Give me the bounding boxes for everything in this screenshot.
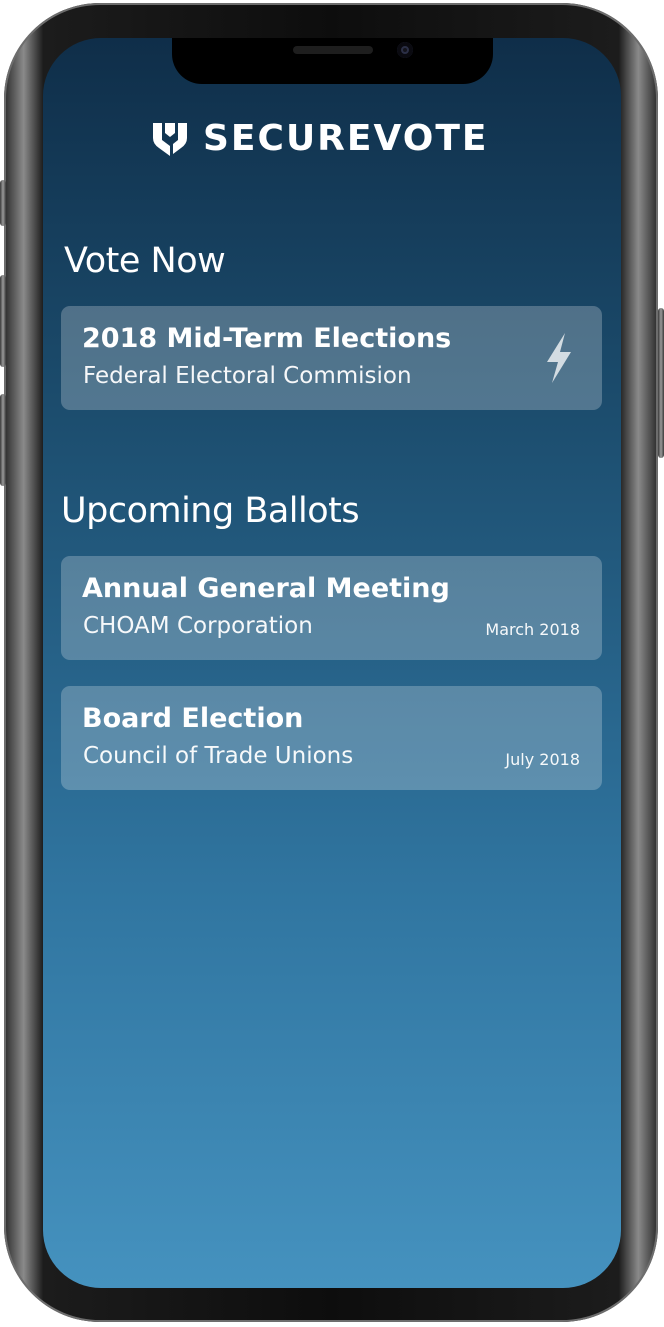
vote-now-heading: Vote Now: [64, 241, 226, 281]
ballot-organization: CHOAM Corporation: [83, 613, 313, 639]
active-ballot-card[interactable]: 2018 Mid-Term Elections Federal Electora…: [61, 306, 602, 410]
front-camera: [397, 42, 413, 58]
upcoming-ballots-heading: Upcoming Ballots: [61, 491, 360, 531]
ballot-organization: Federal Electoral Commision: [83, 363, 412, 389]
brand-name: SECUREVOTE: [203, 118, 489, 159]
ballot-title: Board Election: [82, 703, 304, 734]
ballot-title: 2018 Mid-Term Elections: [82, 323, 452, 354]
upcoming-ballot-card[interactable]: Annual General Meeting CHOAM Corporation…: [61, 556, 602, 660]
shield-icon: [153, 123, 187, 156]
speaker-grille: [293, 46, 373, 54]
ballot-organization: Council of Trade Unions: [83, 743, 354, 769]
power-button: [658, 308, 664, 458]
silent-switch: [0, 180, 6, 226]
ballot-title: Annual General Meeting: [82, 573, 450, 604]
notch: [172, 38, 493, 84]
lightning-bolt-icon: [547, 333, 571, 383]
volume-down-button: [0, 394, 6, 486]
ballot-date: March 2018: [485, 620, 580, 639]
upcoming-ballot-card[interactable]: Board Election Council of Trade Unions J…: [61, 686, 602, 790]
app-screen: SECUREVOTE Vote Now 2018 Mid-Term Electi…: [43, 38, 621, 1288]
ballot-date: July 2018: [505, 750, 580, 769]
volume-up-button: [0, 275, 6, 367]
app-logo: SECUREVOTE: [151, 119, 488, 159]
